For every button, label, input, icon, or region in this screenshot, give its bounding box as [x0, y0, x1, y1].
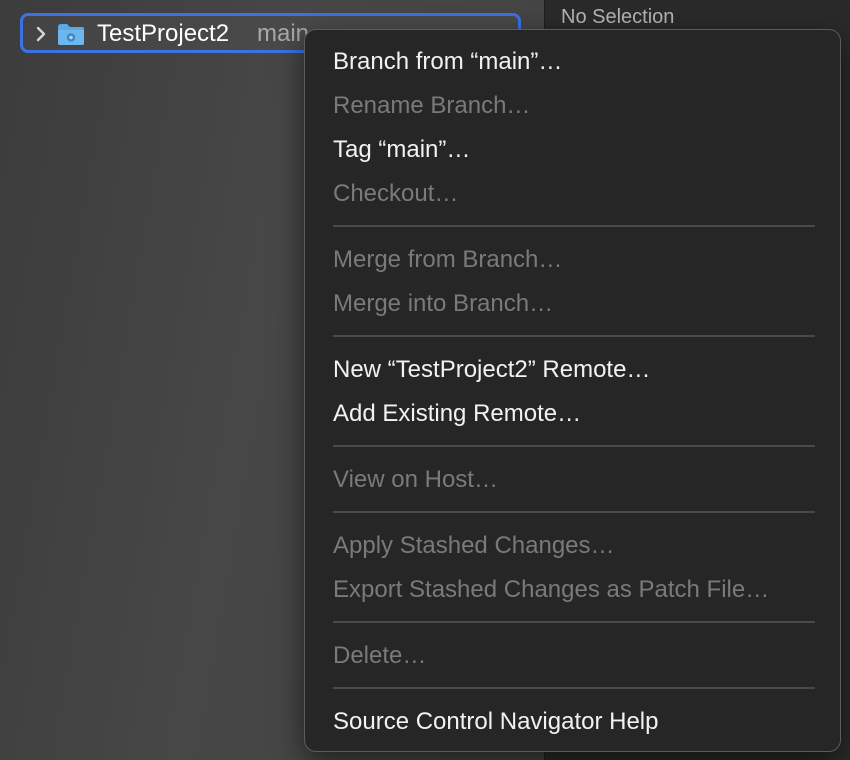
- menu-item-branch-from-main[interactable]: Branch from “main”…: [333, 42, 828, 82]
- branch-label: main: [257, 20, 310, 47]
- menu-separator: [333, 511, 815, 513]
- menu-item-merge-into-branch[interactable]: Merge into Branch…: [333, 284, 828, 324]
- menu-item-rename-branch[interactable]: Rename Branch…: [333, 86, 828, 126]
- menu-item-new-remote[interactable]: New “TestProject2” Remote…: [333, 350, 828, 390]
- menu-item-checkout[interactable]: Checkout…: [333, 174, 828, 214]
- folder-icon: [58, 24, 84, 45]
- menu-item-apply-stashed-changes[interactable]: Apply Stashed Changes…: [333, 526, 828, 566]
- project-name: TestProject2: [97, 20, 230, 47]
- menu-separator: [333, 335, 815, 337]
- menu-item-add-existing-remote[interactable]: Add Existing Remote…: [333, 394, 828, 434]
- menu-separator: [333, 445, 815, 447]
- menu-item-view-on-host[interactable]: View on Host…: [333, 460, 828, 500]
- context-menu: Branch from “main”… Rename Branch… Tag “…: [304, 29, 841, 752]
- menu-item-export-stashed-changes[interactable]: Export Stashed Changes as Patch File…: [333, 570, 828, 610]
- menu-separator: [333, 687, 815, 689]
- chevron-right-icon[interactable]: [35, 24, 47, 44]
- menu-item-delete[interactable]: Delete…: [333, 636, 828, 676]
- menu-item-tag-main[interactable]: Tag “main”…: [333, 130, 828, 170]
- inspector-title: No Selection: [561, 6, 675, 28]
- menu-item-help[interactable]: Source Control Navigator Help: [333, 702, 828, 742]
- menu-separator: [333, 225, 815, 227]
- menu-item-merge-from-branch[interactable]: Merge from Branch…: [333, 240, 828, 280]
- menu-separator: [333, 621, 815, 623]
